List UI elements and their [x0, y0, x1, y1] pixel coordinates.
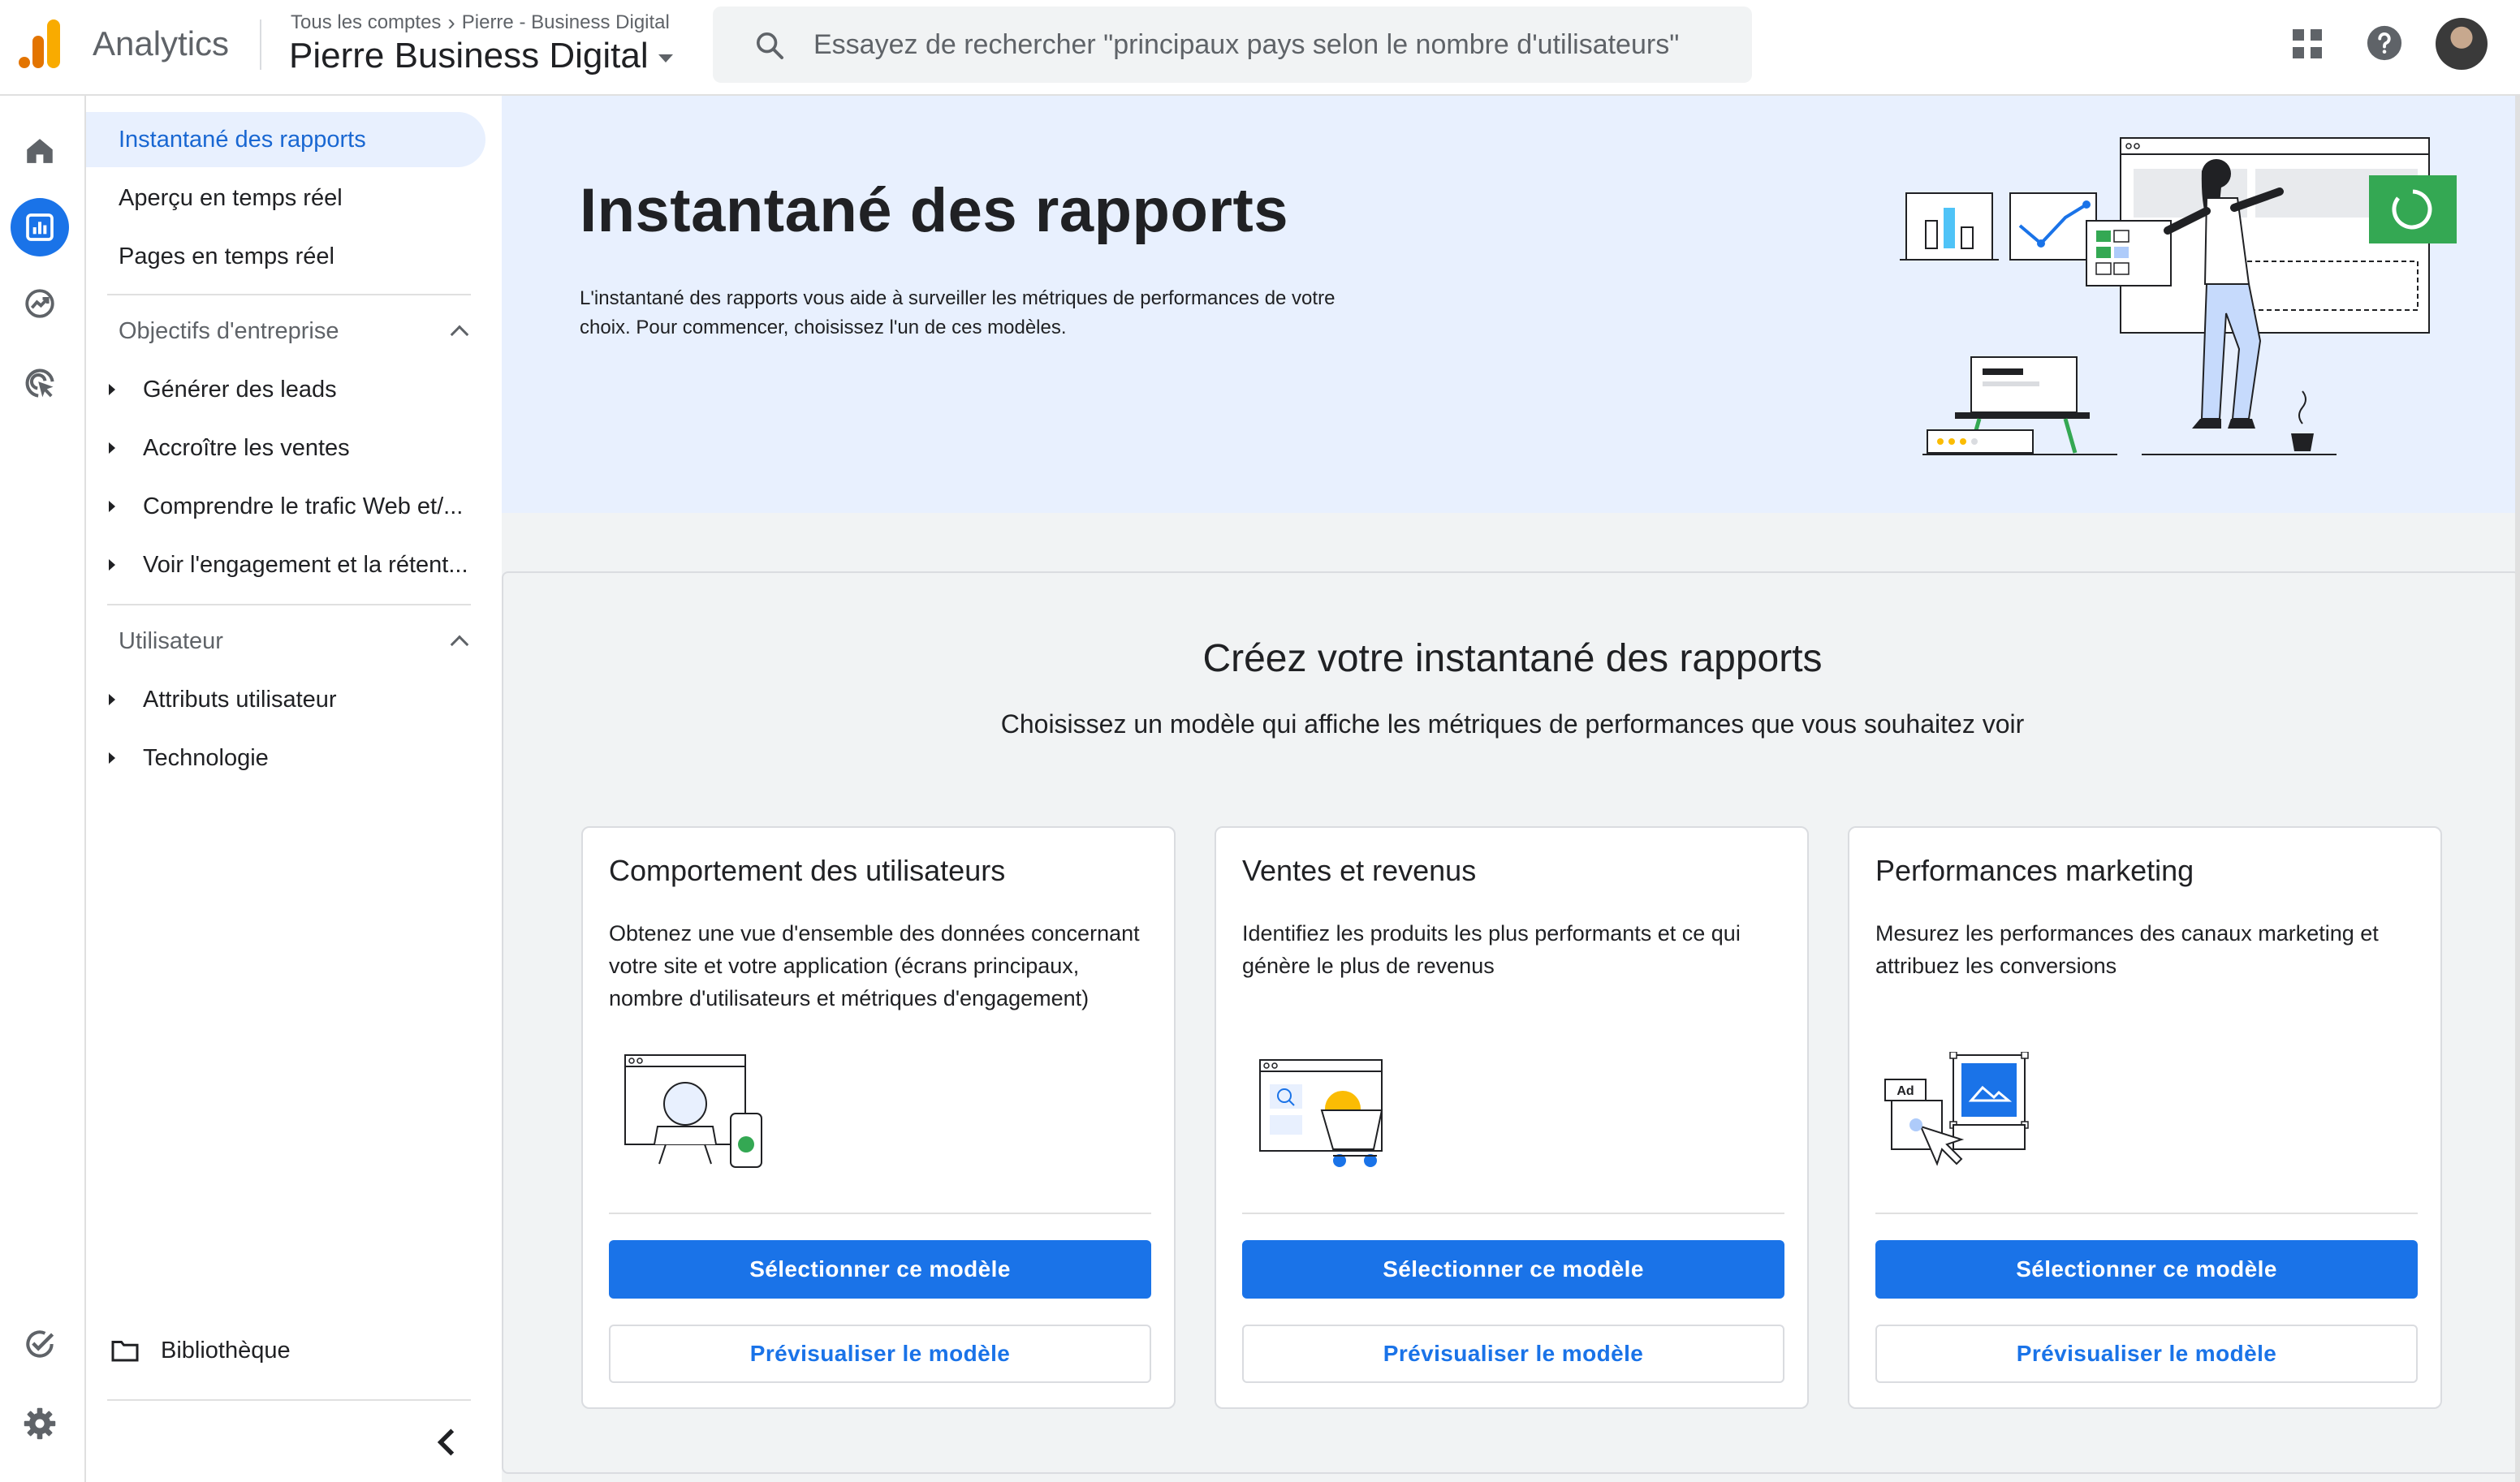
nav-sub-sales[interactable]: Accroître les ventes	[86, 424, 492, 472]
template-chooser-panel: Créez votre instantané des rapports Choi…	[502, 571, 2520, 1474]
preview-template-button[interactable]: Prévisualiser le modèle	[1242, 1325, 1784, 1383]
help-icon[interactable]	[2366, 24, 2403, 62]
divider	[107, 1399, 471, 1401]
report-navigation: Instantané des rapports Aperçu en temps …	[86, 96, 502, 1482]
reports-icon	[26, 213, 54, 241]
hero-banner: Instantané des rapports L'instantané des…	[502, 96, 2520, 513]
card-description: Obtenez une vue d'ensemble des données c…	[609, 921, 1140, 1010]
property-selector[interactable]: Pierre Business Digital	[289, 36, 673, 76]
divider	[107, 294, 471, 295]
page-description: L'instantané des rapports vous aide à su…	[580, 287, 1336, 338]
nav-sub-traffic[interactable]: Comprendre le trafic Web et/...	[86, 482, 492, 531]
expand-arrow-icon	[109, 752, 115, 764]
rail-home[interactable]	[11, 122, 69, 180]
section-business-objectives[interactable]: Objectifs d'entreprise	[119, 308, 476, 354]
divider	[260, 19, 261, 70]
nav-sub-label: Comprendre le trafic Web et/...	[143, 493, 464, 519]
folder-icon	[111, 1341, 139, 1362]
expand-arrow-icon	[109, 694, 115, 705]
library-link[interactable]: Bibliothèque	[110, 1326, 291, 1375]
nav-sub-label: Accroître les ventes	[143, 434, 350, 461]
card-title: Comportement des utilisateurs	[609, 854, 1006, 887]
divider	[107, 604, 471, 605]
page-title: Instantané des rapports	[580, 176, 1289, 245]
section-user[interactable]: Utilisateur	[119, 618, 476, 664]
analytics-logo-icon[interactable]	[18, 18, 63, 70]
property-name: Pierre Business Digital	[289, 36, 649, 75]
top-app-bar: Analytics Tous les comptes › Pierre - Bu…	[0, 0, 2520, 96]
rail-advertising[interactable]	[11, 354, 69, 412]
nav-sub-user-attributes[interactable]: Attributs utilisateur	[86, 675, 492, 724]
expand-arrow-icon	[109, 442, 115, 454]
nav-item-realtime-pages[interactable]: Pages en temps réel	[86, 229, 485, 284]
expand-arrow-icon	[109, 559, 115, 571]
nav-item-label: Instantané des rapports	[119, 126, 366, 153]
hero-illustration	[1900, 137, 2457, 455]
select-template-button[interactable]: Sélectionner ce modèle	[1875, 1240, 2418, 1299]
template-card-sales-revenue: Ventes et revenus Identifiez les produit…	[1215, 826, 1809, 1409]
nav-sub-engagement[interactable]: Voir l'engagement et la rétent...	[86, 541, 492, 589]
card-title: Performances marketing	[1875, 854, 2194, 887]
sales-revenue-illustration	[1259, 1059, 1383, 1167]
chevron-up-icon	[450, 635, 469, 654]
divider	[1875, 1213, 2418, 1214]
card-title: Ventes et revenus	[1242, 854, 1477, 887]
home-icon	[27, 139, 53, 163]
explore-icon	[25, 289, 54, 318]
divider	[609, 1213, 1151, 1214]
rail-admin-check[interactable]	[11, 1315, 69, 1373]
section-subtitle: Choisissez un modèle qui affiche les mét…	[1000, 709, 2025, 739]
rail-settings[interactable]	[11, 1394, 69, 1453]
template-card-marketing-performance: Performances marketing Mesurez les perfo…	[1848, 826, 2442, 1409]
section-title: Objectifs d'entreprise	[119, 317, 339, 344]
rail-explore[interactable]	[11, 274, 69, 333]
nav-item-label: Pages en temps réel	[119, 243, 334, 269]
apps-grid-icon[interactable]	[2291, 28, 2324, 60]
nav-sub-label: Attributs utilisateur	[143, 686, 337, 713]
nav-sub-technology[interactable]: Technologie	[86, 734, 492, 782]
expand-arrow-icon	[109, 384, 115, 395]
main-content: Instantané des rapports L'instantané des…	[502, 96, 2520, 1482]
expand-arrow-icon	[109, 501, 115, 512]
left-rail	[0, 96, 86, 1482]
nav-item-realtime-overview[interactable]: Aperçu en temps réel	[86, 170, 485, 226]
chevron-up-icon	[450, 325, 469, 344]
section-title: Créez votre instantané des rapports	[1202, 637, 1823, 680]
breadcrumb-account[interactable]: Pierre - Business Digital	[462, 11, 670, 34]
avatar[interactable]	[2436, 18, 2488, 70]
card-description: Identifiez les produits les plus perform…	[1242, 921, 1741, 978]
template-card-user-behavior: Comportement des utilisateurs Obtenez un…	[581, 826, 1176, 1409]
breadcrumb-accounts[interactable]: Tous les comptes	[291, 11, 441, 34]
marketing-performance-illustration: Ad	[1884, 1052, 2029, 1166]
divider	[1242, 1213, 1784, 1214]
nav-item-snapshot[interactable]: Instantané des rapports	[86, 112, 485, 167]
nav-sub-label: Générer des leads	[143, 376, 337, 403]
search-icon	[757, 32, 783, 59]
select-template-button[interactable]: Sélectionner ce modèle	[609, 1240, 1151, 1299]
select-template-button[interactable]: Sélectionner ce modèle	[1242, 1240, 1784, 1299]
nav-sub-label: Technologie	[143, 744, 269, 771]
breadcrumb[interactable]: Tous les comptes › Pierre - Business Dig…	[291, 10, 670, 36]
user-behavior-illustration	[624, 1054, 762, 1168]
search-input[interactable]	[813, 6, 1723, 83]
nav-sub-generate-leads[interactable]: Générer des leads	[86, 365, 492, 414]
scrollbar[interactable]	[2515, 96, 2520, 1482]
caret-down-icon	[658, 54, 673, 62]
library-label: Bibliothèque	[161, 1337, 291, 1364]
admin-check-icon	[26, 1330, 54, 1358]
preview-template-button[interactable]: Prévisualiser le modèle	[609, 1325, 1151, 1383]
card-description: Mesurez les performances des canaux mark…	[1875, 921, 2379, 978]
rail-reports[interactable]	[11, 198, 69, 256]
section-title: Utilisateur	[119, 627, 223, 654]
nav-sub-label: Voir l'engagement et la rétent...	[143, 551, 468, 578]
app-name: Analytics	[93, 24, 230, 62]
nav-item-label: Aperçu en temps réel	[119, 184, 343, 211]
search-bar[interactable]	[713, 6, 1752, 83]
preview-template-button[interactable]: Prévisualiser le modèle	[1875, 1325, 2418, 1383]
collapse-chevron-icon[interactable]	[427, 1422, 468, 1463]
settings-gear-icon	[24, 1407, 56, 1440]
advertising-icon	[25, 368, 54, 398]
ad-label: Ad	[1896, 1084, 1914, 1098]
chevron-right-icon: ›	[447, 10, 455, 35]
